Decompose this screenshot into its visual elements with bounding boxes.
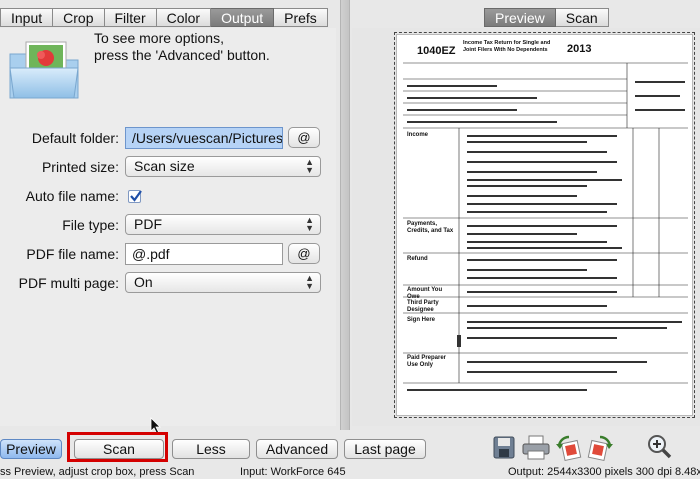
tab-crop[interactable]: Crop	[53, 8, 105, 27]
tab-scan[interactable]: Scan	[555, 8, 609, 27]
default-folder-label: Default folder:	[31, 130, 119, 146]
tab-output[interactable]: Output	[211, 8, 275, 27]
auto-file-name-label: Auto file name:	[25, 188, 119, 204]
pdf-multi-page-value: On	[134, 274, 153, 290]
rotate-right-icon[interactable]	[586, 434, 614, 462]
checkmark-icon	[130, 190, 142, 202]
panel-splitter[interactable]	[340, 0, 350, 430]
tab-filter[interactable]: Filter	[104, 8, 157, 27]
file-type-select[interactable]: PDF ▲ ▼	[125, 214, 321, 235]
pdf-multi-page-label: PDF multi page:	[18, 275, 119, 291]
file-type-label: File type:	[62, 217, 119, 233]
scan-button-highlight	[67, 432, 168, 462]
hint-line-2: press the 'Advanced' button.	[94, 47, 270, 63]
less-button[interactable]: Less	[172, 439, 250, 459]
updown-arrows-icon: ▲ ▼	[305, 273, 314, 291]
options-hint: To see more options, press the 'Advanced…	[94, 30, 270, 64]
updown-arrows-icon: ▲ ▼	[305, 215, 314, 233]
default-folder-field[interactable]: /Users/vuescan/Pictures	[125, 127, 283, 149]
tab-preview[interactable]: Preview	[484, 8, 556, 27]
status-hint: ss Preview, adjust crop box, press Scan	[0, 466, 195, 478]
save-icon[interactable]	[492, 434, 516, 460]
left-tab-bar: Input Crop Filter Color Output Prefs	[0, 8, 328, 27]
hint-line-1: To see more options,	[94, 30, 224, 46]
printed-size-label: Printed size:	[41, 159, 119, 175]
default-folder-browse-button[interactable]: @	[288, 127, 320, 148]
pdf-file-name-label: PDF file name:	[26, 246, 119, 262]
status-input: Input: WorkForce 645	[240, 466, 346, 478]
auto-file-name-checkbox[interactable]	[128, 190, 142, 203]
pdf-file-name-field[interactable]: @.pdf	[125, 243, 283, 265]
print-icon[interactable]	[521, 434, 551, 460]
pictures-folder-icon	[9, 41, 79, 99]
tab-color[interactable]: Color	[156, 8, 212, 27]
preview-button[interactable]: Preview	[0, 439, 62, 459]
printed-size-select[interactable]: Scan size ▲ ▼	[125, 156, 321, 177]
printed-size-value: Scan size	[134, 158, 195, 174]
file-type-value: PDF	[134, 216, 162, 232]
crop-box[interactable]	[394, 32, 695, 418]
zoom-in-icon[interactable]	[646, 434, 672, 460]
last-page-button[interactable]: Last page	[344, 439, 426, 459]
status-output: Output: 2544x3300 pixels 300 dpi 8.48x11…	[508, 466, 700, 478]
pdf-file-name-browse-button[interactable]: @	[288, 243, 320, 264]
updown-arrows-icon: ▲ ▼	[305, 157, 314, 175]
advanced-button[interactable]: Advanced	[256, 439, 338, 459]
pdf-multi-page-select[interactable]: On ▲ ▼	[125, 272, 321, 293]
right-tab-bar: Preview Scan	[484, 8, 609, 27]
tab-prefs[interactable]: Prefs	[274, 8, 328, 27]
rotate-left-icon[interactable]	[555, 434, 583, 462]
tab-input[interactable]: Input	[0, 8, 54, 27]
